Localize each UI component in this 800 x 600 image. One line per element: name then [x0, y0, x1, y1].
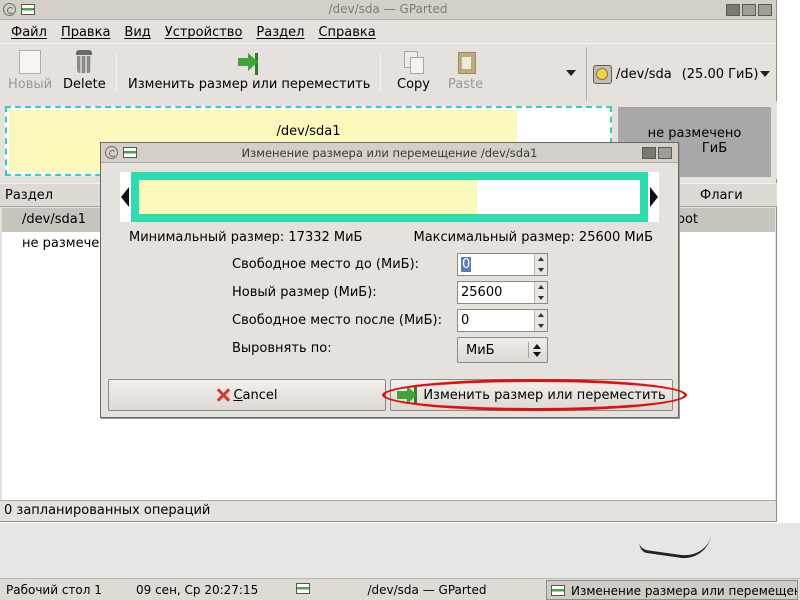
spin-arrows-icon[interactable]	[534, 310, 547, 331]
new-button[interactable]: Новый	[8, 50, 52, 92]
free-after-spinbox[interactable]: 0	[457, 309, 548, 332]
chevron-up-icon	[533, 344, 541, 349]
dialog-titlebar[interactable]: Изменение размера или перемещение /dev/s…	[101, 143, 678, 163]
minimize-button[interactable]	[642, 147, 656, 159]
resize-move-button[interactable]: Изменить размер или переместить	[128, 50, 370, 92]
menu-edit[interactable]: Правка	[61, 25, 110, 40]
minimize-button[interactable]	[726, 4, 740, 16]
align-label: Выровнять по:	[232, 341, 332, 356]
spin-arrows-icon[interactable]	[534, 254, 547, 275]
menu-view[interactable]: Вид	[124, 25, 150, 40]
close-button[interactable]	[658, 147, 672, 159]
free-before-row: Свободное место до (МиБ): 0	[232, 253, 552, 277]
gparted-task-icon	[551, 585, 565, 596]
trash-icon	[73, 50, 95, 74]
free-before-spinbox[interactable]: 0	[457, 253, 548, 276]
min-size-label: Минимальный размер: 17332 МиБ	[129, 230, 363, 245]
close-button[interactable]	[758, 4, 772, 16]
size-limits: Минимальный размер: 17332 МиБ Максимальн…	[129, 230, 653, 245]
max-size-label: Максимальный размер: 25600 МиБ	[413, 230, 654, 245]
spin-arrows-icon[interactable]	[534, 282, 547, 303]
free-after-row: Свободное место после (МиБ): 0	[232, 309, 552, 333]
paste-button[interactable]: Paste	[448, 50, 483, 92]
free-after-label: Свободное место после (МиБ):	[232, 313, 442, 328]
toolbar-separator	[116, 54, 117, 92]
align-value: МиБ	[466, 343, 495, 358]
new-size-value: 25600	[461, 285, 503, 300]
resize-handle-right-icon[interactable]	[650, 187, 658, 207]
new-size-label: Новый размер (МиБ):	[232, 285, 377, 300]
unallocated-label: не размечено	[647, 126, 742, 141]
copy-button[interactable]: Copy	[397, 50, 430, 92]
device-selector[interactable]: /dev/sda (25.00 ГиБ)	[586, 47, 776, 101]
menu-device[interactable]: Устройство	[165, 25, 243, 40]
column-flags[interactable]: Флаги	[700, 188, 743, 203]
resize-handle-left-icon[interactable]	[121, 187, 129, 207]
resize-move-label: Изменить размер или переместить	[128, 77, 371, 92]
paste-icon	[455, 50, 477, 74]
partition-frame[interactable]	[131, 172, 648, 222]
status-bar: 0 запланированных операций	[0, 500, 777, 522]
free-before-value: 0	[461, 257, 472, 272]
resize-move-apply-button[interactable]: Изменить размер или переместить	[390, 379, 673, 411]
maximize-button[interactable]	[742, 4, 756, 16]
delete-button[interactable]: Delete	[63, 50, 106, 92]
new-size-spinbox[interactable]: 25600	[457, 281, 548, 304]
partition-resizer[interactable]	[120, 172, 659, 222]
new-document-icon	[19, 50, 42, 74]
taskbar: Рабочий стол 1 09 сен, Ср 20:27:15 /dev/…	[0, 578, 800, 600]
taskbar-task-gparted[interactable]: /dev/sda — GParted	[312, 579, 542, 600]
delete-label: Delete	[63, 77, 106, 92]
row-partition: /dev/sda1	[22, 212, 86, 227]
row-partition: не размече	[22, 236, 100, 251]
resize-arrow-icon	[236, 50, 262, 75]
row-flags: oot	[677, 212, 699, 227]
toolbar: Новый Delete Изменить размер или перемес…	[0, 43, 776, 101]
workspace-switcher[interactable]: Рабочий стол 1	[6, 583, 102, 597]
dialog-title: Изменение размера или перемещение /dev/s…	[241, 146, 538, 160]
taskbar-task-resize-dialog[interactable]: Изменение размера или перемещени	[546, 580, 798, 600]
apply-label: Изменить размер или переместить	[423, 387, 666, 403]
cancel-label: Cancel	[233, 387, 278, 403]
free-after-value: 0	[461, 313, 470, 328]
wallpaper-swoosh	[638, 524, 712, 562]
dialog-window-controls	[642, 147, 672, 159]
task2-label: Изменение размера или перемещени	[571, 584, 798, 598]
device-size: (25.00 ГиБ)	[681, 66, 759, 82]
gparted-task-icon	[296, 583, 310, 594]
toolbar-overflow-icon[interactable]	[566, 70, 576, 76]
main-titlebar[interactable]: /dev/sda — GParted	[0, 0, 776, 20]
align-combobox[interactable]: МиБ	[457, 337, 548, 363]
menubar: Файл Правка Вид Устройство Раздел Справк…	[0, 21, 776, 43]
column-partition[interactable]: Раздел	[5, 188, 53, 203]
cancel-button[interactable]: Cancel	[108, 379, 386, 411]
chevron-down-icon	[760, 71, 770, 77]
window-controls	[726, 4, 772, 16]
align-row: Выровнять по: МиБ	[232, 337, 552, 363]
partition-block-label: /dev/sda1	[276, 124, 341, 139]
harddisk-icon	[593, 64, 612, 84]
resize-arrow-icon	[397, 386, 418, 404]
menu-partition[interactable]: Раздел	[256, 25, 304, 40]
menu-file[interactable]: Файл	[11, 25, 47, 40]
new-label: Новый	[8, 77, 53, 92]
resize-move-dialog: Изменение размера или перемещение /dev/s…	[100, 142, 687, 418]
desktop-background	[0, 523, 800, 578]
device-name: /dev/sda	[616, 66, 672, 82]
cancel-icon	[216, 387, 230, 403]
chevron-down-icon	[533, 352, 541, 357]
clock: 09 сен, Ср 20:27:15	[136, 583, 259, 597]
free-before-label: Свободное место до (МиБ):	[232, 257, 420, 272]
copy-label: Copy	[397, 77, 430, 92]
used-space-fill	[139, 180, 477, 214]
main-window-title: /dev/sda — GParted	[328, 2, 448, 16]
copy-icon	[402, 50, 425, 74]
toolbar-separator	[380, 54, 381, 92]
paste-label: Paste	[448, 77, 484, 92]
combo-separator	[528, 342, 529, 358]
menu-help[interactable]: Справка	[318, 25, 375, 40]
new-size-row: Новый размер (МиБ): 25600	[232, 281, 552, 305]
